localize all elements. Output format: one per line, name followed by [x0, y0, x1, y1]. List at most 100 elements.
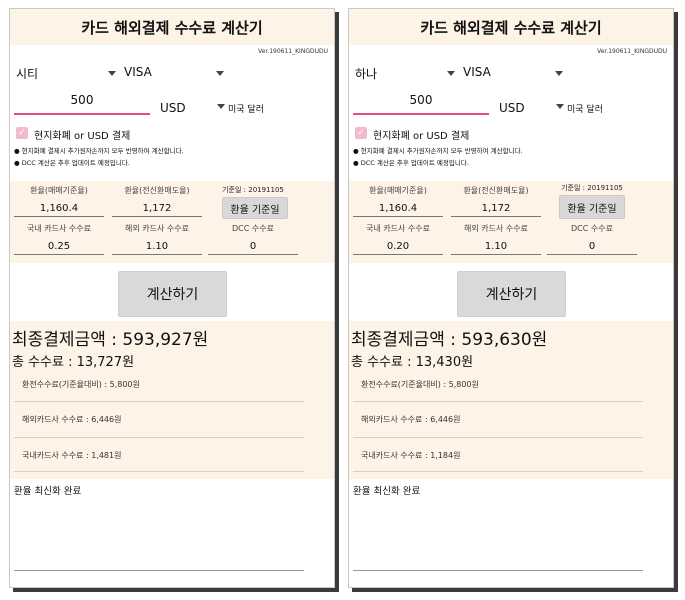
dcc-fee-field: DCC 수수료 0: [547, 223, 637, 255]
currency-code: USD: [499, 101, 525, 115]
rate-date-button[interactable]: 환율 기준일: [559, 195, 625, 219]
foreign-card-fee-detail: 해외카드사 수수료 : 6,446원: [22, 415, 122, 424]
foreign-card-fee-detail: 해외카드사 수수료 : 6,446원: [361, 415, 461, 424]
brand-select[interactable]: VISA: [463, 65, 491, 79]
card-select-row: 시티 VISA: [10, 59, 334, 89]
status-message: 환율 최신화 완료: [353, 486, 421, 497]
exchange-fee-detail: 환전수수료(기준율대비) : 5,800원: [361, 380, 479, 389]
domestic-card-fee-detail: 국내카드사 수수료 : 1,184원: [361, 451, 461, 460]
screen-left: 카드 해외결제 수수료 계산기 Ver.190611_KINGDUDU 시티 V…: [9, 8, 335, 588]
note-item: ● 현지화폐 결제시 추가원자손까지 모두 반영하여 계산합니다.: [14, 147, 184, 155]
dcc-fee-label: DCC 수수료: [232, 224, 274, 233]
foreign-fee-field: 해외 카드사 수수료 1.10: [451, 223, 541, 255]
rate-tt-label: 환율(전신환매도율): [463, 186, 529, 195]
currency-dropdown-icon[interactable]: [217, 104, 225, 109]
note-item: ● DCC 계산은 추후 업데이트 예정입니다.: [14, 159, 130, 167]
calculate-button[interactable]: 계산하기: [457, 271, 566, 317]
divider: [353, 401, 643, 402]
brand-select[interactable]: VISA: [124, 65, 152, 79]
notes: ● 현지화폐 결제시 추가원자손까지 모두 반영하여 계산합니다. ● DCC …: [349, 143, 673, 175]
rate-base-input[interactable]: 1,160.4: [14, 202, 104, 217]
rate-tt-input[interactable]: 1,172: [112, 202, 202, 217]
divider: [14, 401, 304, 402]
local-currency-checkbox[interactable]: ✓: [16, 127, 28, 139]
rate-base-label: 환율(매매기준율): [369, 186, 427, 195]
domestic-card-fee-detail: 국내카드사 수수료 : 1,481원: [22, 451, 122, 460]
final-amount: 최종결제금액 : 593,630원: [351, 330, 548, 350]
note-item: ● DCC 계산은 추후 업데이트 예정입니다.: [353, 159, 469, 167]
chevron-down-icon[interactable]: [216, 71, 224, 76]
foreign-fee-field: 해외 카드사 수수료 1.10: [112, 223, 202, 255]
version-label: Ver.190611_KINGDUDU: [258, 48, 328, 55]
note-item: ● 현지화폐 결제시 추가원자손까지 모두 반영하여 계산합니다.: [353, 147, 523, 155]
divider: [14, 437, 304, 438]
app-title: 카드 해외결제 수수료 계산기: [349, 9, 673, 45]
exchange-fee-detail: 환전수수료(기준율대비) : 5,800원: [22, 380, 140, 389]
domestic-fee-label: 국내 카드사 수수료: [27, 224, 91, 233]
notes: ● 현지화폐 결제시 추가원자손까지 모두 반영하여 계산합니다. ● DCC …: [10, 143, 334, 175]
divider: [14, 471, 304, 472]
local-currency-row[interactable]: ✓ 현지화폐 or USD 결제: [10, 125, 334, 143]
calculate-area: 계산하기: [349, 263, 673, 321]
rate-base-field: 환율(매매기준율) 1,160.4: [353, 185, 443, 217]
status-underline: [353, 570, 643, 571]
rate-tt-input[interactable]: 1,172: [451, 202, 541, 217]
domestic-fee-label: 국내 카드사 수수료: [366, 224, 430, 233]
dcc-fee-input[interactable]: 0: [208, 240, 298, 255]
status-underline: [14, 570, 304, 571]
amount-input[interactable]: 500: [14, 93, 150, 115]
rate-date-label: 기준일 : 20191105: [222, 186, 284, 194]
amount-row: 500 USD 미국 달러: [349, 89, 673, 125]
currency-select[interactable]: 미국 달러: [567, 102, 603, 115]
rate-tt-label: 환율(전신환매도율): [124, 186, 190, 195]
result-panel: 최종결제금액 : 593,927원 총 수수료 : 13,727원 환전수수료(…: [10, 321, 334, 479]
local-currency-checkbox[interactable]: ✓: [355, 127, 367, 139]
amount-row: 500 USD 미국 달러: [10, 89, 334, 125]
foreign-fee-input[interactable]: 1.10: [112, 240, 202, 255]
total-fee: 총 수수료 : 13,430원: [351, 355, 474, 370]
card-select-row: 하나 VISA: [349, 59, 673, 89]
currency-code: USD: [160, 101, 186, 115]
version-row: Ver.190611_KINGDUDU: [10, 45, 334, 59]
domestic-fee-field: 국내 카드사 수수료 0.20: [353, 223, 443, 255]
bank-select[interactable]: 시티: [16, 65, 38, 82]
rate-base-label: 환율(매매기준율): [30, 186, 88, 195]
foreign-fee-label: 해외 카드사 수수료: [464, 224, 528, 233]
total-fee: 총 수수료 : 13,727원: [12, 355, 135, 370]
domestic-fee-field: 국내 카드사 수수료 0.25: [14, 223, 104, 255]
foreign-fee-input[interactable]: 1.10: [451, 240, 541, 255]
bank-select[interactable]: 하나: [355, 65, 377, 82]
status-message: 환율 최신화 완료: [14, 486, 82, 497]
rate-base-input[interactable]: 1,160.4: [353, 202, 443, 217]
chevron-down-icon[interactable]: [108, 71, 116, 76]
dcc-fee-field: DCC 수수료 0: [208, 223, 298, 255]
rate-date-button[interactable]: 환율 기준일: [222, 197, 288, 219]
local-currency-label: 현지화폐 or USD 결제: [34, 131, 131, 142]
local-currency-label: 현지화폐 or USD 결제: [373, 131, 470, 142]
divider: [353, 437, 643, 438]
result-panel: 최종결제금액 : 593,630원 총 수수료 : 13,430원 환전수수료(…: [349, 321, 673, 479]
currency-dropdown-icon[interactable]: [556, 104, 564, 109]
amount-input[interactable]: 500: [353, 93, 489, 115]
calculate-area: 계산하기: [10, 263, 334, 321]
domestic-fee-input[interactable]: 0.20: [353, 240, 443, 255]
local-currency-row[interactable]: ✓ 현지화폐 or USD 결제: [349, 125, 673, 143]
foreign-fee-label: 해외 카드사 수수료: [125, 224, 189, 233]
rate-panel: 환율(매매기준율) 1,160.4 환율(전신환매도율) 1,172 기준일 :…: [349, 181, 673, 263]
rate-base-field: 환율(매매기준율) 1,160.4: [14, 185, 104, 217]
divider: [353, 471, 643, 472]
currency-select[interactable]: 미국 달러: [228, 102, 264, 115]
chevron-down-icon[interactable]: [555, 71, 563, 76]
calculate-button[interactable]: 계산하기: [118, 271, 227, 317]
domestic-fee-input[interactable]: 0.25: [14, 240, 104, 255]
version-row: Ver.190611_KINGDUDU: [349, 45, 673, 59]
rate-panel: 환율(매매기준율) 1,160.4 환율(전신환매도율) 1,172 기준일 :…: [10, 181, 334, 263]
app-title: 카드 해외결제 수수료 계산기: [10, 9, 334, 45]
rate-tt-field: 환율(전신환매도율) 1,172: [112, 185, 202, 217]
rate-tt-field: 환율(전신환매도율) 1,172: [451, 185, 541, 217]
version-label: Ver.190611_KINGDUDU: [597, 48, 667, 55]
dcc-fee-input[interactable]: 0: [547, 240, 637, 255]
dcc-fee-label: DCC 수수료: [571, 224, 613, 233]
rate-date-label: 기준일 : 20191105: [561, 184, 623, 192]
chevron-down-icon[interactable]: [447, 71, 455, 76]
